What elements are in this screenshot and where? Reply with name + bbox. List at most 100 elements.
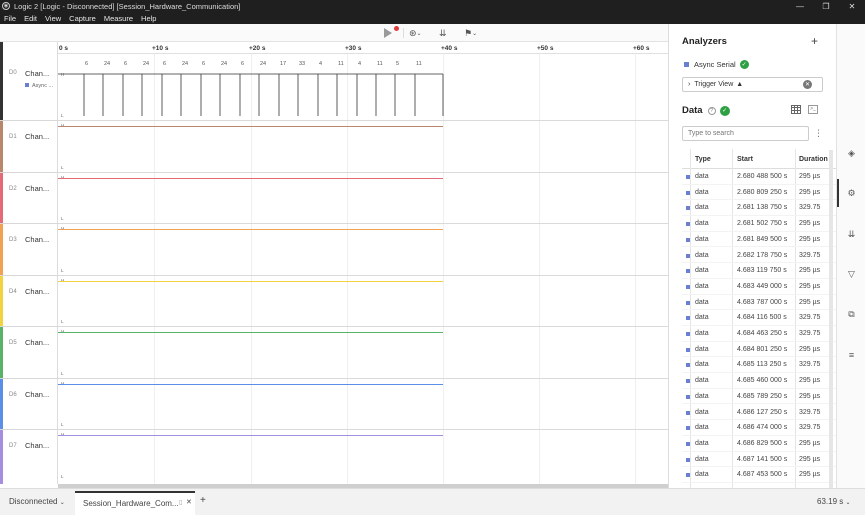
low-marker: L	[61, 474, 64, 479]
cell-start: 4.686 474 000 s	[737, 424, 788, 432]
session-tab[interactable]: Session_Hardware_Com... ▯ ✕	[75, 491, 195, 515]
table-row[interactable]: data 4.683 787 000 s 295 µs	[682, 295, 837, 311]
column-header-start[interactable]: Start	[737, 156, 753, 163]
channel-label-d2[interactable]: D2 Chan...	[0, 173, 58, 224]
table-row[interactable]: data 4.686 474 000 s 329.75	[682, 420, 837, 436]
lane-d2[interactable]: H L	[58, 173, 668, 224]
channel-color-bar	[0, 276, 3, 326]
table-row[interactable]: data 2.680 488 500 s 295 µs	[682, 169, 837, 185]
column-header-type[interactable]: Type	[695, 156, 711, 163]
channel-label-d0[interactable]: D0 Chan... Async ...	[0, 42, 58, 121]
more-options-icon[interactable]: ⋮	[814, 128, 823, 139]
notes-icon[interactable]: ≡	[845, 349, 858, 361]
cell-start: 4.685 113 250 s	[737, 361, 787, 369]
channel-name: Chan...	[25, 132, 50, 141]
menu-measure[interactable]: Measure	[100, 14, 137, 23]
channel-label-d7[interactable]: D7 Chan...	[0, 430, 58, 484]
lane-d0[interactable]: 6 24 6 24 6 24 6 24 6 24 17 33 4 11 4 11…	[58, 54, 668, 121]
annotation-button[interactable]: ⚑ ⌄	[464, 26, 477, 40]
menu-edit[interactable]: Edit	[20, 14, 41, 23]
menu-file[interactable]: File	[0, 14, 20, 23]
lane-d5[interactable]: H L	[58, 327, 668, 379]
session-tab-label: Session_Hardware_Com...	[83, 499, 179, 508]
analyzer-async-serial[interactable]: Async Serial ✓	[684, 60, 749, 69]
measure-button[interactable]: ⇊	[439, 26, 447, 40]
toolbar-divider	[403, 28, 404, 38]
timing-marker-button[interactable]: ⊛ ⌄	[409, 26, 422, 40]
table-row[interactable]: data 4.686 127 250 s 329.75	[682, 405, 837, 421]
lane-d1[interactable]: H L	[58, 121, 668, 173]
low-marker: L	[61, 165, 64, 170]
cell-duration: 295 µs	[799, 439, 821, 447]
tab-lock-icon: ▯	[179, 500, 183, 506]
row-color-swatch	[686, 253, 690, 258]
table-row[interactable]: data 4.684 801 250 s 295 µs	[682, 342, 837, 358]
menu-view[interactable]: View	[41, 14, 65, 23]
marker-icon[interactable]: ▽	[845, 268, 858, 280]
row-color-swatch	[686, 284, 690, 289]
lane-d7[interactable]: H L	[58, 430, 668, 484]
trigger-view-row[interactable]: › Trigger View ▲ ✕	[682, 77, 823, 92]
cell-start: 4.686 829 500 s	[737, 439, 788, 447]
channel-label-d1[interactable]: D1 Chan...	[0, 121, 58, 173]
table-row[interactable]: data 2.681 138 750 s 329.75	[682, 200, 837, 217]
table-view-icon[interactable]	[791, 105, 801, 114]
data-section-header: Data ? ✓	[682, 105, 730, 116]
channel-label-d5[interactable]: D5 Chan...	[0, 327, 58, 379]
new-tab-button[interactable]: +	[200, 495, 206, 506]
capture-duration[interactable]: 63.19 s ⌄	[817, 497, 851, 506]
data-table-scrollbar[interactable]	[829, 150, 833, 488]
device-status[interactable]: Disconnected ⌄	[9, 497, 65, 506]
cell-start: 4.685 789 250 s	[737, 392, 788, 400]
cell-type: data	[695, 267, 709, 275]
maximize-button[interactable]: ❐	[813, 2, 839, 11]
data-search-input[interactable]	[682, 126, 809, 141]
table-row[interactable]: data 2.682 178 750 s 329.75	[682, 248, 837, 264]
cell-type: data	[695, 361, 709, 369]
analyzers-icon[interactable]: ⚙	[845, 187, 858, 199]
help-icon[interactable]: ?	[707, 106, 716, 115]
extensions-icon[interactable]: ⧉	[845, 308, 858, 320]
close-tab-icon[interactable]: ✕	[186, 498, 192, 506]
status-bar: Disconnected ⌄ Session_Hardware_Com... ▯…	[0, 488, 865, 515]
lane-d3[interactable]: H L	[58, 224, 668, 276]
add-analyzer-button[interactable]: +	[811, 34, 818, 48]
channel-label-d3[interactable]: D3 Chan...	[0, 224, 58, 276]
layers-icon[interactable]: ◈	[845, 147, 858, 159]
column-header-duration[interactable]: Duration	[799, 156, 828, 163]
channel-id: D6	[9, 392, 17, 398]
table-row[interactable]: data 4.685 789 250 s 295 µs	[682, 389, 837, 405]
start-capture-button[interactable]	[380, 26, 402, 40]
table-row[interactable]: data 2.681 849 500 s 295 µs	[682, 232, 837, 248]
menu-help[interactable]: Help	[137, 14, 160, 23]
lane-d6[interactable]: H L	[58, 379, 668, 430]
close-button[interactable]: ✕	[839, 2, 865, 11]
table-row[interactable]: data 4.683 119 750 s 295 µs	[682, 263, 837, 279]
table-row[interactable]: data 4.687 453 500 s 295 µs	[682, 467, 837, 483]
table-row[interactable]: data 4.684 463 250 s 329.75	[682, 326, 837, 342]
lane-d4[interactable]: H L	[58, 276, 668, 327]
table-row[interactable]: data 4.686 829 500 s 295 µs	[682, 436, 837, 452]
clear-trigger-icon[interactable]: ✕	[803, 80, 812, 89]
d4-signal-line	[58, 281, 443, 282]
channel-label-d6[interactable]: D6 Chan...	[0, 379, 58, 430]
low-marker: L	[61, 216, 64, 221]
time-ruler[interactable]: 0 s +10 s +20 s +30 s +40 s +50 s +60 s	[58, 42, 668, 54]
channel-label-d4[interactable]: D4 Chan...	[0, 276, 58, 327]
cell-duration: 329.75	[799, 361, 821, 369]
cell-type: data	[695, 298, 709, 306]
menu-capture[interactable]: Capture	[65, 14, 100, 23]
table-row[interactable]: data 2.681 502 750 s 295 µs	[682, 216, 837, 232]
terminal-view-icon[interactable]: >_	[808, 105, 818, 114]
table-row[interactable]: data 4.685 460 000 s 295 µs	[682, 373, 837, 389]
waveform-view[interactable]: 0 s +10 s +20 s +30 s +40 s +50 s +60 s …	[58, 42, 668, 484]
table-row[interactable]: data 4.685 113 250 s 329.75	[682, 357, 837, 374]
table-row[interactable]: data 4.683 449 000 s 295 µs	[682, 279, 837, 295]
table-row[interactable]: data 2.680 809 250 s 295 µs	[682, 185, 837, 201]
cell-type: data	[695, 330, 709, 337]
table-row[interactable]: data 4.687 141 500 s 295 µs	[682, 452, 837, 468]
table-row[interactable]: data 4.684 116 500 s 329.75	[682, 310, 837, 326]
low-marker: L	[61, 319, 64, 324]
minimize-button[interactable]: —	[787, 2, 813, 11]
measurements-icon[interactable]: ⇊	[845, 228, 858, 240]
